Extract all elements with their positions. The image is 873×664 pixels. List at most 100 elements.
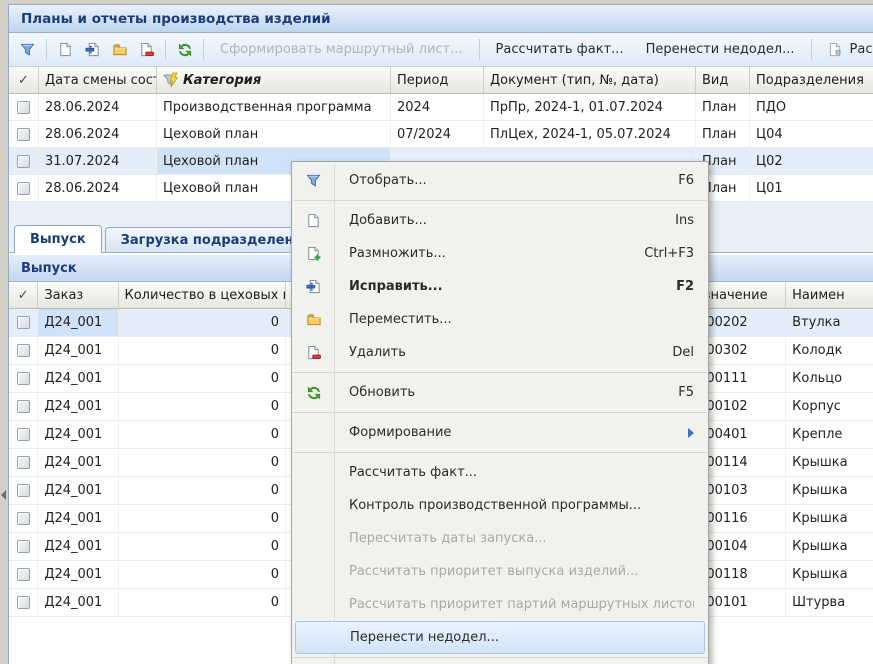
cell-text: Крепле — [792, 427, 842, 442]
cell-check — [9, 337, 38, 364]
column-header-quantity[interactable]: Количество в цеховых п — [119, 282, 287, 308]
refresh-icon — [292, 385, 335, 401]
menu-item-label: Пересчитать даты запуска... — [335, 531, 694, 546]
row-checkbox[interactable] — [17, 128, 30, 141]
funnel-icon — [20, 42, 36, 58]
column-header-kind[interactable]: Вид — [696, 67, 750, 93]
context-menu-item[interactable]: Добавить...Ins — [292, 204, 708, 237]
row-checkbox[interactable] — [17, 155, 30, 168]
cell-text: Корпус — [792, 399, 841, 414]
cell-document: ПлЦех, 2024-1, 05.07.2024 — [484, 121, 696, 147]
menu-item-label: Переместить... — [335, 312, 694, 327]
edit-button[interactable] — [79, 37, 106, 63]
check-column-header[interactable]: ✓ — [9, 282, 38, 308]
cell-check — [9, 533, 38, 560]
row-checkbox[interactable] — [17, 344, 30, 357]
cell-text: ПлЦех, 2024-1, 05.07.2024 — [490, 127, 671, 142]
cell-division: ПДО — [750, 94, 873, 120]
section-title: Выпуск — [21, 261, 77, 276]
menu-item-label: Размножить... — [335, 246, 626, 261]
cell-name: Крышка — [786, 505, 873, 532]
cell-text: 2024 — [397, 100, 430, 115]
context-menu-item[interactable]: Контроль производственной программы... — [292, 489, 708, 522]
row-checkbox[interactable] — [17, 456, 30, 469]
row-checkbox[interactable] — [17, 428, 30, 441]
cell-text: Крышка — [792, 511, 847, 526]
cell-text: Д24_001 — [44, 427, 102, 442]
cell-text: 07/2024 — [397, 127, 451, 142]
cell-text: Цеховой план — [163, 127, 258, 142]
menu-separator — [293, 452, 707, 453]
cell-text: Д24_001 — [44, 371, 102, 386]
panel-title-bar: Планы и отчеты производства изделий — [9, 5, 873, 33]
column-header-category[interactable]: Категория — [157, 67, 391, 93]
move-button[interactable] — [106, 37, 133, 63]
edit-document-icon — [292, 279, 335, 294]
calculate-fact-button[interactable]: Рассчитать факт... — [485, 37, 635, 63]
cell-name: Крышка — [786, 533, 873, 560]
filter-button[interactable] — [14, 37, 41, 63]
context-menu-item[interactable]: Рассчитать факт... — [292, 456, 708, 489]
toolbar-button-label: Сформировать маршрутный лист... — [220, 42, 463, 57]
row-checkbox[interactable] — [17, 512, 30, 525]
cell-name: Крепле — [786, 421, 873, 448]
add-button[interactable] — [52, 37, 79, 63]
context-menu-item[interactable]: Рассчитать приоритет выпуска изделий... — [292, 555, 708, 588]
menu-separator — [293, 200, 707, 201]
check-column-header[interactable]: ✓ — [9, 67, 39, 93]
menu-item-label: Рассчитать приоритет партий маршрутных л… — [335, 597, 694, 612]
row-checkbox[interactable] — [17, 182, 30, 195]
row-checkbox[interactable] — [17, 540, 30, 553]
cell-text: Д24_001 — [44, 455, 102, 470]
extended-button[interactable]: Расширен — [817, 37, 873, 63]
row-checkbox[interactable] — [17, 484, 30, 497]
row-checkbox[interactable] — [17, 316, 30, 329]
cell-quantity: 0 — [119, 477, 287, 504]
row-checkbox[interactable] — [17, 372, 30, 385]
context-menu-item[interactable]: Формирование — [292, 416, 708, 449]
plans-table-row[interactable]: 28.06.2024Производственная программа2024… — [9, 94, 873, 121]
context-menu-item[interactable]: Исправить...F2 — [292, 270, 708, 303]
menu-item-label: Исправить... — [335, 279, 658, 294]
row-checkbox[interactable] — [17, 596, 30, 609]
delete-button[interactable] — [133, 37, 160, 63]
context-menu-item[interactable]: Размножить...Ctrl+F3 — [292, 237, 708, 270]
column-header-order[interactable]: Заказ — [38, 282, 118, 308]
cell-order: Д24_001 — [38, 589, 118, 616]
tab-release[interactable]: Выпуск — [14, 225, 102, 253]
cell-date: 28.06.2024 — [39, 121, 157, 147]
cell-text: Ц04 — [756, 127, 783, 142]
cell-check — [9, 393, 38, 420]
context-menu-item[interactable]: УдалитьDel — [292, 336, 708, 369]
column-header-name[interactable]: Наимен — [786, 282, 873, 308]
row-checkbox[interactable] — [17, 400, 30, 413]
row-checkbox[interactable] — [17, 101, 30, 114]
menu-item-shortcut: F6 — [660, 173, 694, 188]
column-header-division[interactable]: Подразделения — [750, 67, 873, 93]
toolbar-separator — [165, 39, 166, 60]
column-header-period[interactable]: Период — [391, 67, 484, 93]
column-header-date[interactable]: Дата смены сост — [39, 67, 157, 93]
new-document-icon — [292, 213, 335, 228]
context-menu-item[interactable]: Пересчитать даты запуска... — [292, 522, 708, 555]
context-menu-item[interactable]: ОбновитьF5 — [292, 376, 708, 409]
collapse-splitter-icon[interactable] — [1, 490, 6, 500]
transfer-backlog-button[interactable]: Перенести недодел... — [635, 37, 806, 63]
context-menu-item[interactable]: Рассчитать приоритет партий маршрутных л… — [292, 588, 708, 621]
cell-check — [9, 365, 38, 392]
row-checkbox[interactable] — [17, 568, 30, 581]
menu-item-label: Рассчитать факт... — [335, 465, 694, 480]
plans-table-row[interactable]: 28.06.2024 Цеховой план 07/2024 ПлЦех, 2024… — [9, 121, 873, 148]
context-menu-item[interactable]: Переместить... — [292, 303, 708, 336]
cell-name: Крышка — [786, 477, 873, 504]
refresh-button[interactable] — [171, 37, 198, 63]
column-header-document[interactable]: Документ (тип, №, дата) — [484, 67, 696, 93]
edit-document-icon — [85, 42, 101, 58]
cell-text: Крышка — [792, 539, 847, 554]
cell-date: 31.07.2024 — [39, 148, 157, 174]
context-menu-item[interactable]: Перенести недодел... — [295, 621, 705, 654]
context-menu-item[interactable]: Отобрать...F6 — [292, 164, 708, 197]
menu-separator — [293, 412, 707, 413]
cell-text: Д24_001 — [44, 483, 102, 498]
menu-item-shortcut: Ctrl+F3 — [626, 246, 694, 261]
